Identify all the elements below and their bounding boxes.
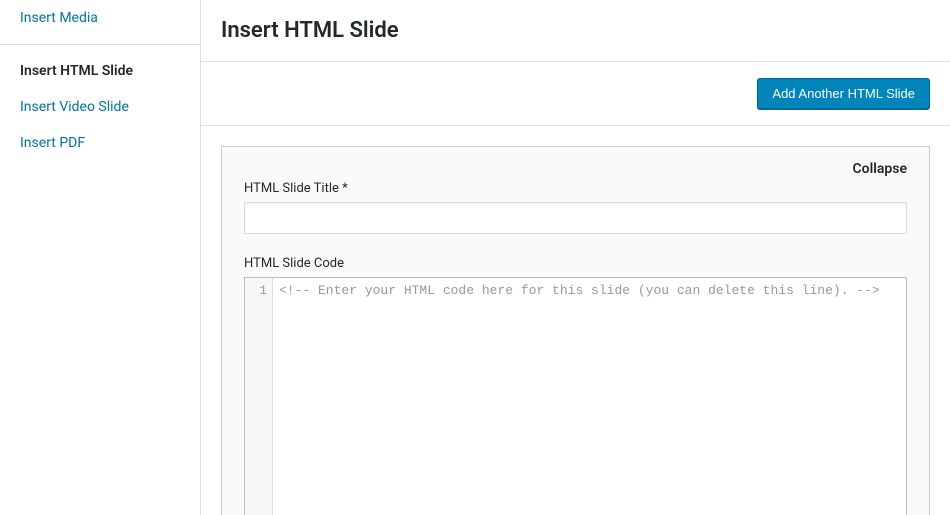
page-title: Insert HTML Slide	[221, 18, 930, 43]
collapse-button[interactable]: Collapse	[853, 161, 907, 177]
html-slide-panel: Collapse HTML Slide Title * HTML Slide C…	[221, 146, 930, 515]
sidebar-item-insert-video-slide[interactable]: Insert Video Slide	[0, 89, 200, 125]
main-content: Insert HTML Slide Add Another HTML Slide…	[201, 0, 950, 515]
code-editor-gutter: 1	[245, 278, 273, 515]
code-editor-textarea[interactable]: <!-- Enter your HTML code here for this …	[273, 278, 906, 515]
sidebar: Insert Media Insert HTML Slide Insert Vi…	[0, 0, 201, 515]
add-another-html-slide-button[interactable]: Add Another HTML Slide	[757, 78, 930, 109]
html-slide-title-input[interactable]	[244, 202, 907, 234]
header: Insert HTML Slide	[201, 0, 950, 62]
sidebar-item-insert-html-slide[interactable]: Insert HTML Slide	[0, 53, 200, 89]
html-slide-code-editor[interactable]: 1 <!-- Enter your HTML code here for thi…	[244, 277, 907, 515]
html-slide-title-label: HTML Slide Title *	[244, 181, 907, 196]
content-scroll-area[interactable]: Collapse HTML Slide Title * HTML Slide C…	[201, 126, 950, 515]
toolbar: Add Another HTML Slide	[201, 62, 950, 126]
line-number: 1	[245, 281, 267, 301]
html-slide-code-label: HTML Slide Code	[244, 256, 907, 271]
sidebar-item-insert-pdf[interactable]: Insert PDF	[0, 125, 200, 161]
sidebar-item-insert-media[interactable]: Insert Media	[0, 0, 200, 36]
